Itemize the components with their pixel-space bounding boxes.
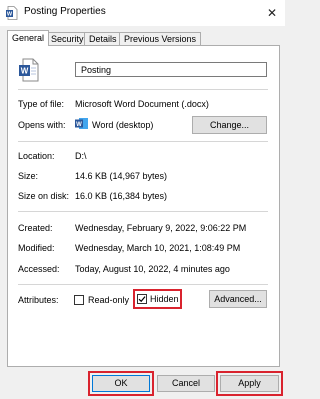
close-button[interactable]: ✕ <box>262 3 282 23</box>
svg-text:W: W <box>76 122 82 128</box>
readonly-checkbox[interactable] <box>74 295 84 305</box>
title-bar: W Posting Properties ✕ <box>0 0 285 26</box>
tab-previous-versions[interactable]: Previous Versions <box>119 32 202 46</box>
divider <box>18 89 268 90</box>
attributes-label: Attributes: <box>18 295 59 305</box>
location-label: Location: <box>18 151 55 161</box>
modified-value: Wednesday, March 10, 2021, 1:08:49 PM <box>75 243 241 253</box>
file-name-input[interactable] <box>75 62 267 77</box>
location-value: D:\ <box>75 151 87 161</box>
opens-with-value: Word (desktop) <box>92 120 154 130</box>
modified-label: Modified: <box>18 243 55 253</box>
advanced-button[interactable]: Advanced... <box>209 290 267 308</box>
created-value: Wednesday, February 9, 2022, 9:06:22 PM <box>75 223 247 233</box>
type-label: Type of file: <box>18 99 65 109</box>
accessed-label: Accessed: <box>18 264 60 274</box>
hidden-checkbox[interactable] <box>137 294 147 304</box>
created-label: Created: <box>18 223 53 233</box>
svg-text:W: W <box>21 67 29 76</box>
tab-general[interactable]: General <box>7 30 50 46</box>
word-app-icon: W <box>75 118 88 129</box>
size-value: 14.6 KB (14,967 bytes) <box>75 171 168 181</box>
hidden-label[interactable]: Hidden <box>150 294 179 304</box>
checkmark-icon <box>138 296 146 303</box>
word-document-icon: W <box>6 6 18 20</box>
svg-text:W: W <box>7 12 13 18</box>
readonly-label[interactable]: Read-only <box>88 295 129 305</box>
cancel-button[interactable]: Cancel <box>157 375 215 392</box>
size-on-disk-value: 16.0 KB (16,384 bytes) <box>75 191 168 201</box>
change-button[interactable]: Change... <box>192 116 267 134</box>
type-value: Microsoft Word Document (.docx) <box>75 99 209 109</box>
window-title: Posting Properties <box>24 6 106 17</box>
size-on-disk-label: Size on disk: <box>18 191 70 201</box>
divider <box>18 284 268 285</box>
apply-button[interactable]: Apply <box>220 375 279 392</box>
size-label: Size: <box>18 171 39 181</box>
tab-details[interactable]: Details <box>84 32 122 46</box>
general-panel: W Type of file: Microsoft Word Document … <box>7 45 280 367</box>
divider <box>18 211 268 212</box>
word-document-icon: W <box>19 58 39 82</box>
divider <box>18 141 268 142</box>
accessed-value: Today, August 10, 2022, 4 minutes ago <box>75 264 230 274</box>
ok-button[interactable]: OK <box>92 375 150 392</box>
tab-security[interactable]: Security <box>46 32 89 46</box>
properties-dialog: W Posting Properties ✕ General Security … <box>0 0 285 399</box>
opens-with-label: Opens with: <box>18 120 66 130</box>
